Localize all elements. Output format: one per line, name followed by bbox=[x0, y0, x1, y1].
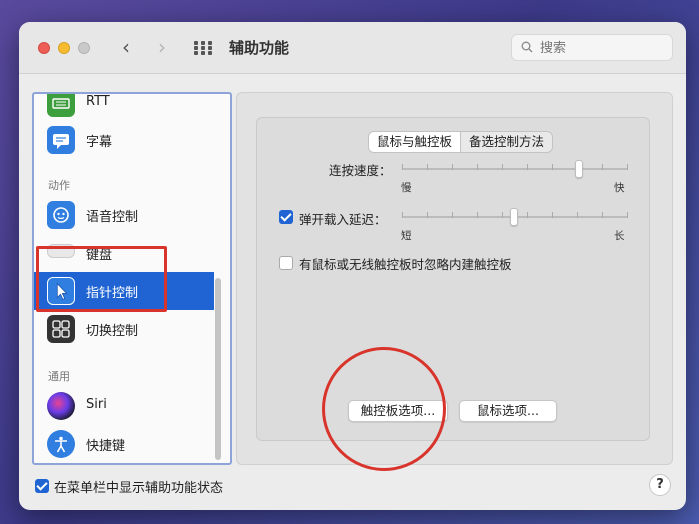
accessibility-window: ‹ › 辅助功能 RTT 字幕 动作 bbox=[19, 22, 686, 510]
sidebar-item-shortcut[interactable]: 快捷键 bbox=[34, 425, 214, 463]
sidebar-item-label: RTT bbox=[86, 94, 110, 109]
spring-loading-thumb[interactable] bbox=[510, 208, 518, 226]
forward-button[interactable]: › bbox=[151, 37, 173, 59]
show-in-menubar-checkbox[interactable] bbox=[35, 479, 49, 493]
ignore-trackpad-checkbox[interactable] bbox=[279, 256, 293, 270]
main-panel: 鼠标与触控板 备选控制方法 连按速度： 慢 快 弹开载入延迟： 短 长 有鼠标或… bbox=[236, 92, 673, 465]
sidebar-scrollbar[interactable] bbox=[215, 278, 221, 460]
double-click-speed-label: 连按速度： bbox=[329, 163, 392, 178]
tab-bar: 鼠标与触控板 备选控制方法 bbox=[368, 131, 554, 153]
captions-icon bbox=[47, 126, 75, 154]
ignore-trackpad-label: 有鼠标或无线触控板时忽略内建触控板 bbox=[299, 257, 512, 272]
zoom-button[interactable] bbox=[78, 42, 90, 54]
sidebar-item-rtt[interactable]: RTT bbox=[34, 94, 214, 122]
help-button[interactable]: ? bbox=[649, 474, 671, 496]
sidebar-item-label: 切换控制 bbox=[86, 324, 139, 339]
sidebar-item-siri[interactable]: Siri bbox=[34, 387, 214, 425]
tab-alternate-control[interactable]: 备选控制方法 bbox=[461, 132, 552, 152]
delay-max-label: 长 bbox=[614, 230, 625, 242]
show-in-menubar-label: 在菜单栏中显示辅助功能状态 bbox=[54, 481, 224, 496]
settings-pane: 鼠标与触控板 备选控制方法 连按速度： 慢 快 弹开载入延迟： 短 长 有鼠标或… bbox=[256, 117, 650, 441]
sidebar-item-switch-control[interactable]: 切换控制 bbox=[34, 310, 214, 348]
annotation-highlight-circle bbox=[322, 347, 446, 471]
title-bar: ‹ › 辅助功能 bbox=[19, 22, 686, 74]
delay-min-label: 短 bbox=[401, 230, 412, 242]
search-icon bbox=[521, 41, 533, 53]
speed-min-label: 慢 bbox=[401, 182, 412, 194]
window-title: 辅助功能 bbox=[229, 39, 290, 57]
double-click-speed-thumb[interactable] bbox=[575, 160, 583, 178]
rtt-icon bbox=[47, 94, 75, 117]
switch-control-icon bbox=[47, 315, 75, 343]
mouse-options-button[interactable]: 鼠标选项... bbox=[459, 400, 557, 422]
sidebar-item-label: Siri bbox=[86, 397, 107, 412]
search-field[interactable] bbox=[511, 34, 673, 61]
section-label-general: 通用 bbox=[48, 370, 70, 383]
sidebar-item-label: 语音控制 bbox=[86, 210, 139, 225]
sidebar-item-voice-control[interactable]: 语音控制 bbox=[34, 196, 214, 234]
spring-loading-checkbox[interactable] bbox=[279, 210, 293, 224]
section-label-action: 动作 bbox=[48, 179, 70, 192]
siri-icon bbox=[47, 392, 75, 420]
speed-max-label: 快 bbox=[614, 182, 625, 194]
back-button[interactable]: ‹ bbox=[115, 37, 137, 59]
annotation-highlight-box bbox=[36, 246, 167, 312]
search-input[interactable] bbox=[540, 39, 660, 57]
shortcut-icon bbox=[47, 430, 75, 458]
sidebar-item-label: 快捷键 bbox=[86, 439, 126, 454]
spring-loading-label: 弹开载入延迟： bbox=[299, 212, 387, 227]
tab-mouse-trackpad[interactable]: 鼠标与触控板 bbox=[369, 132, 462, 152]
sidebar-item-captions[interactable]: 字幕 bbox=[34, 121, 214, 159]
close-button[interactable] bbox=[38, 42, 50, 54]
sidebar-item-label: 字幕 bbox=[86, 135, 113, 150]
show-all-grid-icon[interactable] bbox=[194, 41, 214, 55]
voice-control-icon bbox=[47, 201, 75, 229]
minimize-button[interactable] bbox=[58, 42, 70, 54]
